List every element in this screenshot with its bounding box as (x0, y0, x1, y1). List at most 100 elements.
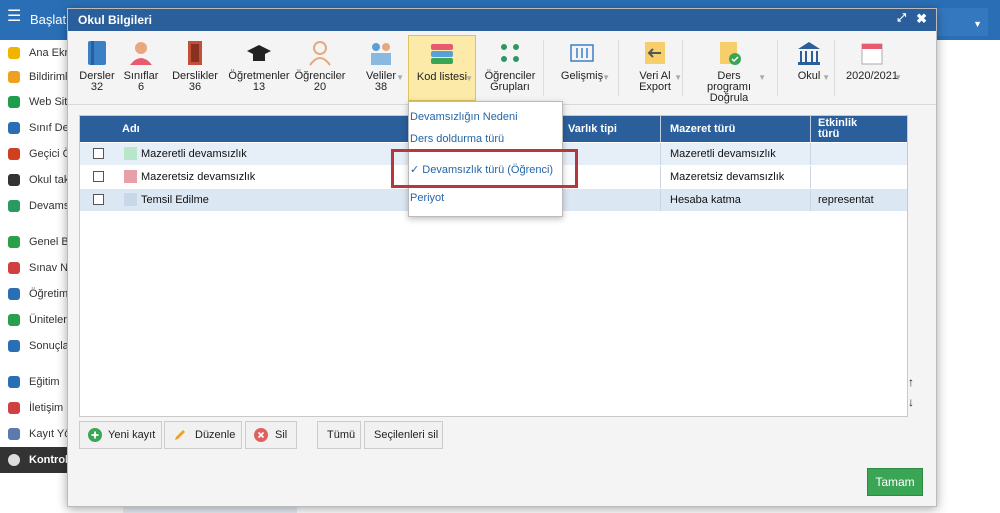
sidebar-item[interactable]: Geçici Öğrenci (0, 141, 68, 167)
exam-icon (8, 262, 20, 274)
sidebar-item[interactable]: Devamsızlık (0, 193, 68, 219)
calendar-icon (861, 43, 883, 65)
toolbar-button[interactable]: Gelişmiş ▼ (552, 35, 612, 101)
toolbar-button[interactable]: Öğrenciler Grupları (480, 35, 540, 101)
toolbar-button[interactable]: Okul ▼ (786, 35, 832, 101)
sidebar-item[interactable]: Sonuçlar (0, 333, 68, 359)
check-icon (8, 236, 20, 248)
import-icon (645, 42, 665, 64)
toolbar-button-count: 6 (137, 81, 145, 93)
toolbar-button[interactable]: Derslikler 36 (170, 35, 220, 101)
menu-item-period[interactable]: Periyot (410, 187, 559, 209)
dialog-title-bar[interactable]: Okul Bilgileri ⤢ ✖ (68, 9, 936, 31)
book-icon (88, 41, 106, 65)
chevron-down-icon: ▼ (822, 73, 830, 82)
cell-excuse: Mazeretli devamsızlık (670, 148, 776, 160)
sidebar-item[interactable]: İletişim (0, 395, 68, 421)
sidebar-item[interactable]: Genel Bilgiler (0, 229, 68, 255)
toolbar-button-count: 13 (252, 81, 266, 93)
sidebar-item[interactable]: Eğitim (0, 369, 68, 395)
cell-name: Temsil Edilme (141, 194, 209, 206)
ok-button[interactable]: Tamam (867, 468, 923, 496)
chevron-down-icon: ▼ (336, 73, 344, 82)
toolbar-button[interactable]: Dersler 32 (76, 35, 118, 101)
row-checkbox[interactable] (93, 148, 104, 159)
cell-divider (660, 166, 661, 188)
shield-icon (8, 314, 20, 326)
cell-name: Mazeretsiz devamsızlık (141, 171, 256, 183)
calendar-icon (8, 174, 20, 186)
scroll-up-arrow-icon[interactable]: ↑ (908, 375, 914, 389)
sidebar-item[interactable]: Web Sitesi (0, 89, 68, 115)
close-icon[interactable]: ✖ (916, 11, 927, 27)
column-header-entity-type[interactable]: Varlık tipi (568, 116, 617, 142)
chevron-down-icon: ▼ (465, 74, 473, 83)
sidebar-item[interactable]: Ana Ekran (0, 40, 68, 66)
chevron-down-icon: ▼ (396, 73, 404, 82)
maximize-icon[interactable]: ⤢ (897, 12, 906, 25)
column-header-name[interactable]: Adı (122, 116, 140, 142)
sidebar-item[interactable]: Sınav Notları (0, 255, 68, 281)
toolbar-button[interactable]: Öğretmenler 13 (227, 35, 291, 101)
toolbar-button[interactable]: Kod listesi ▼ (408, 35, 476, 101)
chevron-down-icon: ▼ (758, 73, 766, 82)
gear-icon (8, 454, 20, 466)
student-icon (309, 41, 331, 66)
toolbar-button[interactable]: Öğrenciler ▼ 20 (294, 35, 346, 101)
chat-icon (8, 402, 20, 414)
pencil-icon (175, 430, 185, 440)
column-header-excuse-type[interactable]: Mazeret türü (670, 116, 735, 142)
delete-selected-button[interactable]: Seçilenleri sil (364, 421, 443, 449)
toolbar-button[interactable]: Veri Al Export ▼ (626, 35, 684, 101)
pen-icon (8, 428, 20, 440)
toolbar-separator (834, 40, 835, 96)
toolbar-button-count: 20 (313, 81, 327, 93)
toolbar-button[interactable]: 2020/2021 ▼ (840, 35, 904, 101)
sidebar-item[interactable]: Öğretim (0, 281, 68, 307)
chevron-down-icon: ▼ (894, 73, 902, 82)
sidebar-item-active[interactable]: Kontrol (0, 447, 68, 473)
user-icon (8, 200, 20, 212)
row-checkbox[interactable] (93, 194, 104, 205)
column-divider (810, 116, 811, 142)
edit-button[interactable]: Düzenle (164, 421, 242, 449)
toolbar-button[interactable]: Veliler ▼ 38 (356, 35, 406, 101)
cell-divider (810, 166, 811, 188)
cell-excuse: Mazeretsiz devamsızlık (670, 171, 785, 183)
door-icon (188, 41, 202, 65)
column-header-activity-type[interactable]: Etkinlik türü (818, 118, 878, 144)
education-icon (8, 376, 20, 388)
scroll-down-arrow-icon[interactable]: ↓ (908, 395, 914, 409)
parents-icon (371, 43, 391, 65)
delete-button[interactable]: Sil (245, 421, 297, 449)
group-icon (501, 44, 519, 62)
menu-item-absence-reason[interactable]: Devamsızlığın Nedeni (410, 106, 559, 128)
chevron-down-icon: ▼ (602, 73, 610, 82)
sidebar: Ana Ekran Bildirimler Web Sitesi Sınıf D… (0, 40, 68, 513)
toolbar-separator (777, 40, 778, 96)
toolbar-separator (618, 40, 619, 96)
toolbar-button[interactable]: Sınıflar 6 (120, 35, 162, 101)
menu-item-lesson-fill-type[interactable]: Ders doldurma türü (410, 128, 559, 150)
toolbar-button[interactable]: Ders programı Doğrula ▼ (690, 35, 768, 104)
delete-circle-icon (254, 428, 268, 442)
sidebar-item[interactable]: Üniteler (0, 307, 68, 333)
school-icon (798, 42, 820, 65)
cell-excuse: Hesaba katma (670, 194, 741, 206)
sidebar-item[interactable]: Sınıf Defteri (0, 115, 68, 141)
layers-icon (431, 44, 453, 64)
highlight-box (391, 149, 578, 188)
select-all-button[interactable]: Tümü (317, 421, 361, 449)
sidebar-item[interactable]: Bildirimler (0, 64, 68, 90)
new-record-button[interactable]: Yeni kayıt (79, 421, 162, 449)
toolbar-button-label: Ders programı Doğrula (706, 70, 752, 104)
hamburger-menu-icon[interactable]: ☰ (7, 9, 21, 25)
column-divider (660, 116, 661, 142)
toolbar-button-label: Öğrenciler Grupları (484, 70, 536, 93)
row-checkbox[interactable] (93, 171, 104, 182)
star-icon (8, 47, 20, 59)
cell-divider (810, 143, 811, 165)
start-label[interactable]: Başlat (30, 12, 66, 27)
sidebar-item[interactable]: Kayıt Yönetimi (0, 421, 68, 447)
sidebar-item[interactable]: Okul takvimi (0, 167, 68, 193)
